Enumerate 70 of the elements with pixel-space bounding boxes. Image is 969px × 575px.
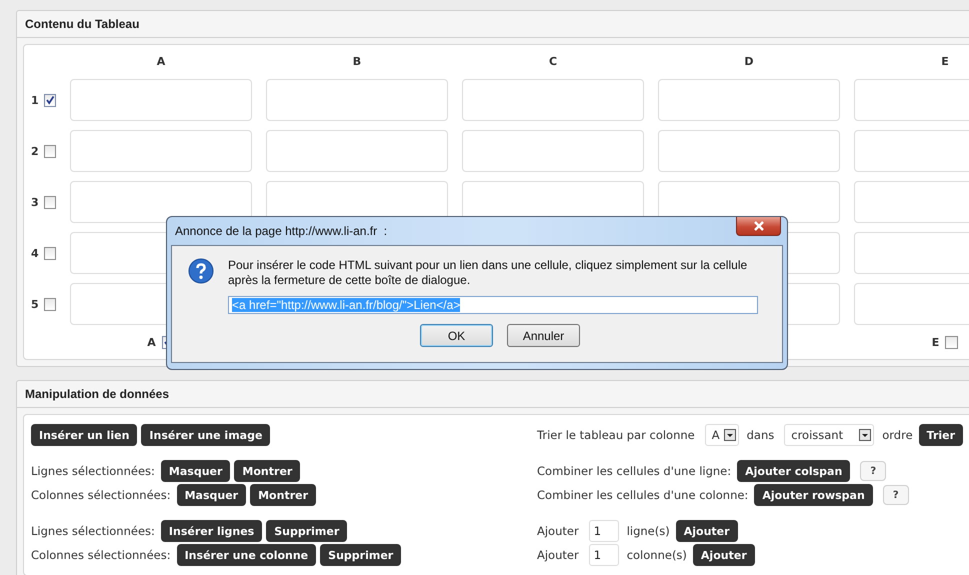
- checkbox[interactable]: [44, 144, 56, 158]
- help-button[interactable]: ?: [860, 461, 886, 481]
- help-button[interactable]: ?: [882, 485, 909, 505]
- row-number: 5: [31, 298, 39, 310]
- label: colonne(s): [626, 548, 687, 562]
- label: Lignes sélectionnées:: [31, 524, 155, 538]
- label: Ajouter: [537, 524, 579, 538]
- table-cell[interactable]: [658, 79, 840, 121]
- close-icon: [752, 221, 764, 231]
- column-header: B: [352, 54, 362, 70]
- row-number: 2: [31, 144, 39, 158]
- dialog-message: Pour insérer le code HTML suivant pour un lien dans une cellule, cliquez simplement sur la cellule après la fermeture de cette boîte de dialogue.: [228, 258, 748, 288]
- panel-title: Contenu du Tableau: [17, 11, 969, 38]
- label: ligne(s): [626, 524, 670, 538]
- column-letter: A: [147, 336, 156, 348]
- table-cell[interactable]: [462, 130, 644, 172]
- action-button[interactable]: Insérer lignes: [160, 520, 262, 542]
- action-button[interactable]: Masquer: [176, 484, 246, 506]
- action-button[interactable]: Supprimer: [266, 520, 348, 542]
- table-cell[interactable]: [70, 130, 252, 172]
- panel-title: Manipulation de données: [17, 381, 969, 408]
- table-cell[interactable]: [70, 181, 252, 223]
- cancel-button[interactable]: Annuler: [507, 324, 580, 347]
- dialog-title: Annonce de la page http://www.li-an.fr :: [174, 223, 388, 238]
- action-button[interactable]: Ajouter: [676, 520, 738, 542]
- action-button[interactable]: Masquer: [160, 460, 230, 482]
- label: ordre: [882, 428, 913, 442]
- checkbox[interactable]: [44, 298, 56, 310]
- action-button[interactable]: Montrer: [250, 484, 316, 506]
- action-button[interactable]: Trier: [918, 424, 964, 446]
- action-button[interactable]: Ajouter: [692, 544, 755, 566]
- label: Lignes sélectionnées:: [31, 464, 155, 478]
- column-header: E: [941, 54, 949, 70]
- label: Trier le tableau par colonne: [537, 428, 695, 442]
- table-cell[interactable]: [266, 79, 448, 121]
- checkbox[interactable]: [44, 196, 56, 208]
- action-button[interactable]: Montrer: [234, 460, 300, 482]
- checkbox[interactable]: [945, 336, 958, 348]
- question-icon: [188, 258, 214, 284]
- number-field[interactable]: 1: [588, 520, 619, 542]
- action-button[interactable]: Ajouter colspan: [737, 460, 850, 482]
- action-button[interactable]: Insérer un lien: [31, 424, 138, 446]
- close-button[interactable]: [736, 217, 781, 236]
- checkbox[interactable]: [44, 94, 56, 106]
- label: dans: [746, 428, 774, 442]
- column-header: D: [744, 54, 754, 70]
- column-header: A: [156, 54, 166, 70]
- label: Ajouter: [537, 548, 579, 562]
- column-header: C: [548, 54, 558, 70]
- checkbox[interactable]: [44, 246, 56, 260]
- table-cell[interactable]: [266, 130, 448, 172]
- action-button[interactable]: Supprimer: [320, 544, 402, 566]
- label: Colonnes sélectionnées:: [31, 548, 171, 562]
- row-number: 1: [31, 94, 39, 106]
- row-number: 4: [31, 246, 39, 260]
- ok-button[interactable]: OK: [420, 324, 493, 347]
- dropdown[interactable]: croissant: [784, 424, 874, 446]
- number-field[interactable]: 1: [588, 544, 619, 566]
- table-cell[interactable]: [462, 79, 644, 121]
- table-cell[interactable]: [658, 130, 840, 172]
- label: Combiner les cellules d'une ligne:: [537, 464, 732, 478]
- label: Colonnes sélectionnées:: [31, 488, 171, 502]
- row-number: 3: [31, 196, 39, 208]
- action-button[interactable]: Insérer une image: [141, 424, 270, 446]
- column-letter: E: [932, 336, 940, 348]
- action-button[interactable]: Insérer une colonne: [176, 544, 316, 566]
- action-button[interactable]: Ajouter rowspan: [754, 484, 873, 506]
- table-cell[interactable]: [70, 79, 252, 121]
- dropdown[interactable]: A: [704, 424, 739, 446]
- label: Combiner les cellules d'une colonne:: [537, 488, 748, 502]
